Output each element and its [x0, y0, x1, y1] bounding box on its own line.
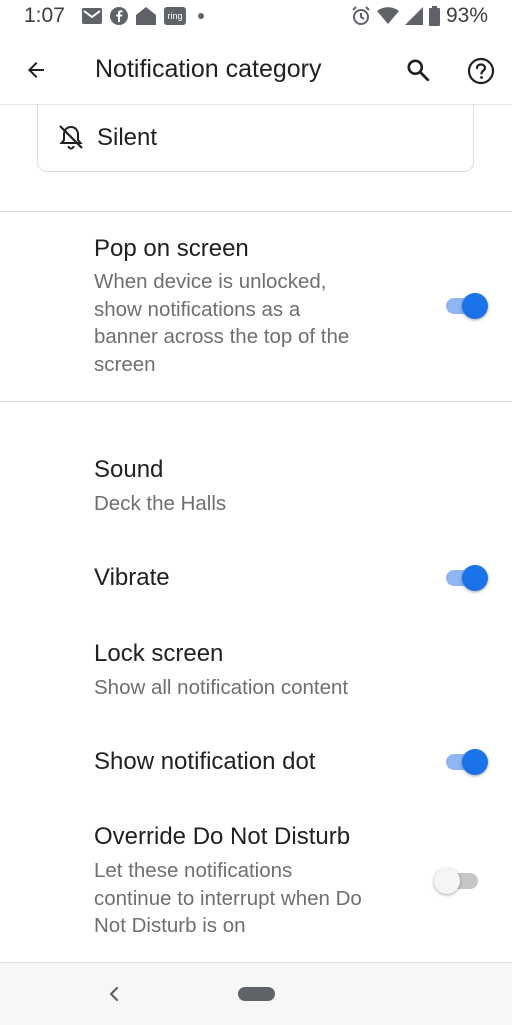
toggle-thumb — [462, 565, 488, 591]
dot-icon — [198, 13, 204, 19]
vibrate-title: Vibrate — [94, 564, 170, 591]
signal-icon — [404, 7, 423, 25]
override-dnd-title: Override Do Not Disturb — [94, 823, 351, 850]
back-button[interactable] — [18, 52, 54, 88]
notification-dot-toggle[interactable] — [444, 746, 490, 776]
silent-label: Silent — [97, 124, 158, 151]
divider — [0, 211, 512, 212]
notification-dot-title: Show notification dot — [94, 748, 316, 775]
divider — [0, 401, 512, 402]
gmail-icon — [82, 8, 102, 24]
description-line: screen — [94, 352, 156, 376]
vibrate-toggle[interactable] — [444, 562, 490, 592]
notification-icons: ring — [82, 6, 208, 26]
back-arrow-icon — [28, 62, 44, 78]
app-bar: Notification category — [0, 32, 512, 105]
ring-icon: ring — [164, 7, 186, 25]
status-bar: 1:07 ring 93% — [0, 0, 512, 32]
sound-title: Sound — [94, 456, 164, 483]
nav-back-icon[interactable] — [104, 983, 124, 1005]
home-pill-icon[interactable] — [238, 987, 275, 1001]
toggle-thumb — [462, 293, 488, 319]
search-button[interactable] — [400, 52, 436, 88]
help-icon — [467, 57, 495, 85]
description-line: When device is unlocked, — [94, 270, 327, 293]
pop-on-screen-description: When device is unlocked, show notificati… — [94, 268, 349, 378]
toggle-thumb — [434, 868, 460, 894]
pop-on-screen-toggle[interactable] — [444, 290, 490, 320]
toggle-thumb — [462, 749, 488, 775]
override-dnd-description: Let these notifications continue to inte… — [94, 857, 362, 940]
home-icon — [136, 7, 156, 25]
lock-screen-value: Show all notification content — [94, 676, 349, 699]
description-line: show notifications as a — [94, 297, 301, 321]
description-line: banner across the top of the — [94, 325, 350, 348]
description-line: continue to interrupt when Do — [94, 886, 362, 910]
lock-screen-title: Lock screen — [94, 640, 224, 667]
importance-silent-card[interactable]: Silent — [37, 104, 474, 172]
sound-value: Deck the Halls — [94, 492, 227, 515]
help-button[interactable] — [462, 52, 500, 90]
status-right: 93% — [351, 4, 488, 28]
pop-on-screen-title: Pop on screen — [94, 235, 249, 262]
battery-icon — [428, 6, 440, 26]
battery-percent: 93% — [445, 4, 488, 27]
search-icon — [407, 59, 430, 82]
description-line: Let these notifications — [94, 859, 293, 882]
description-line: Not Disturb is on — [94, 914, 246, 937]
override-dnd-toggle[interactable] — [434, 865, 482, 895]
bell-off-icon — [59, 125, 83, 150]
alarm-icon — [352, 6, 370, 25]
page-title: Notification category — [95, 55, 322, 83]
status-time: 1:07 — [24, 4, 65, 27]
facebook-icon — [110, 7, 128, 25]
wifi-icon — [376, 7, 399, 24]
system-nav-bar — [0, 962, 512, 1025]
